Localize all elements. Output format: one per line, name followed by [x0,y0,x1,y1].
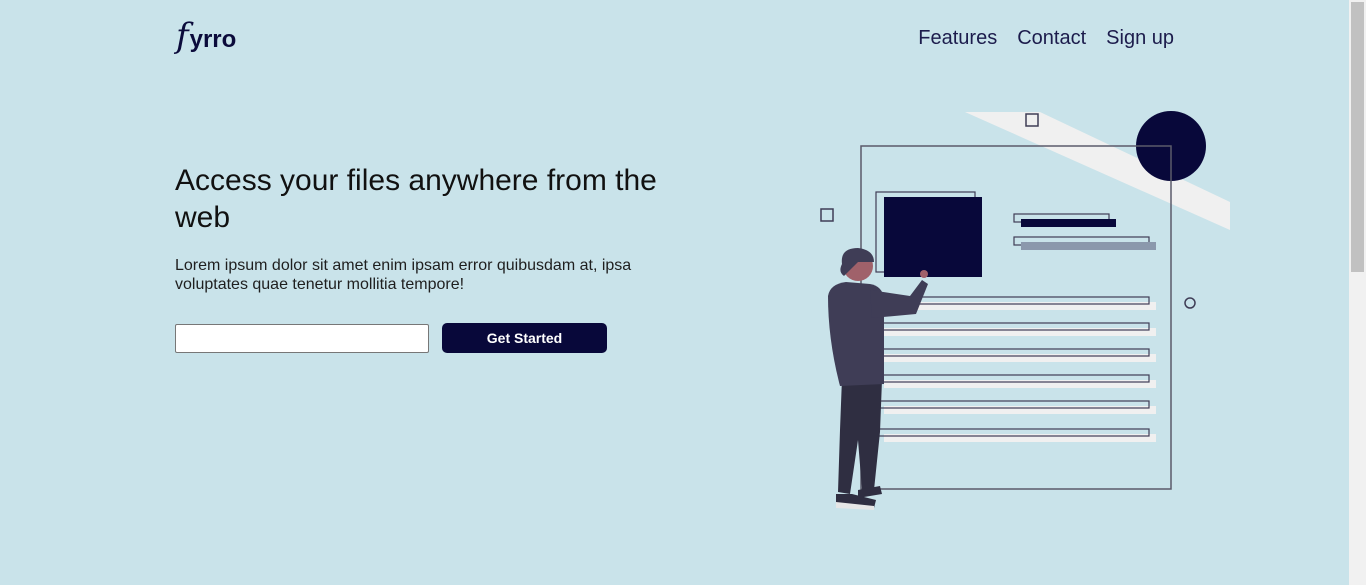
hero-title: Access your files anywhere from the web [175,164,657,234]
logo-text: yrro [189,26,237,53]
email-input[interactable] [175,324,429,353]
text-lines [877,296,1156,442]
nav-link-features[interactable]: Features [918,27,997,50]
decor-square-left [820,208,834,222]
person-figure [828,248,928,510]
main-nav: Features Contact Sign up [918,27,1174,50]
image-block [884,197,982,277]
hero-description: Lorem ipsum dolor sit amet enim ipsam er… [175,257,632,293]
get-started-button[interactable]: Get Started [442,323,607,353]
subheading-line [1021,242,1156,250]
logo-initial: f [176,16,189,56]
vertical-scrollbar[interactable] [1349,0,1366,585]
document-person-illustration [820,111,1230,510]
scrollbar-thumb[interactable] [1351,2,1364,272]
brand-logo[interactable]: f yrro [176,18,236,54]
decor-small-circle [1184,297,1196,309]
nav-link-contact[interactable]: Contact [1017,27,1086,50]
nav-link-sign-up[interactable]: Sign up [1106,27,1174,50]
heading-line [1021,219,1116,227]
